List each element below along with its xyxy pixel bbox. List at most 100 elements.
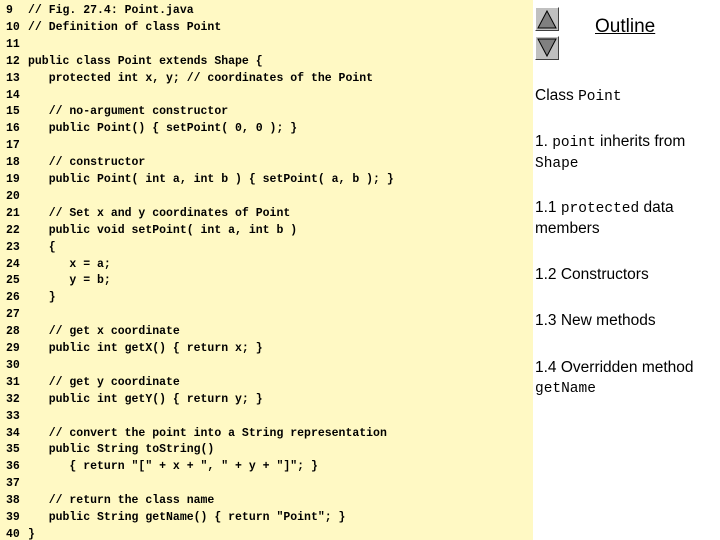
code-line: 39 public String getName() { return "Poi… — [6, 509, 345, 526]
code-text: // Definition of class Point — [28, 20, 222, 34]
code-line: 36 { return "[" + x + ", " + y + "]"; } — [6, 458, 318, 475]
code-text: public class Point extends Shape { — [28, 54, 263, 68]
line-number: 29 — [6, 342, 20, 355]
code-text: y = b; — [28, 274, 111, 288]
code-line: 14 — [6, 87, 28, 104]
code-text: // Fig. 27.4: Point.java — [28, 4, 194, 17]
code-line: 11 — [6, 36, 28, 53]
item-number: 1.1 — [535, 199, 561, 216]
line-number: 10 — [6, 20, 20, 34]
outline-title[interactable]: Outline — [595, 16, 655, 38]
line-number: 40 — [6, 527, 20, 540]
item-number: 1. — [535, 133, 553, 150]
line-number: 39 — [6, 511, 20, 524]
code-line: 24 x = a; — [6, 256, 111, 273]
next-slide-button[interactable] — [535, 36, 559, 60]
line-number: 25 — [6, 274, 20, 288]
line-number: 19 — [6, 173, 20, 186]
code-text: } — [28, 527, 35, 540]
code-text: // convert the point into a String repre… — [28, 426, 387, 440]
code-line: 27 — [6, 306, 28, 323]
outline-item-overridden: 1.4 Overridden method getName — [535, 358, 720, 399]
code-text: } — [28, 291, 56, 305]
code-line: 30 — [6, 357, 28, 374]
line-number: 15 — [6, 105, 20, 119]
code-line: 40} — [6, 526, 35, 540]
code-line: 9 // Fig. 27.4: Point.java — [6, 2, 194, 19]
item-code: point — [552, 135, 596, 151]
line-number: 12 — [6, 54, 20, 68]
code-text: // get y coordinate — [28, 375, 180, 389]
code-text: public String getName() { return "Point"… — [28, 511, 346, 524]
code-line: 35 public String toString() — [6, 441, 214, 458]
code-line: 15 // no-argument constructor — [6, 103, 228, 120]
line-number: 35 — [6, 443, 20, 457]
code-line: 23 { — [6, 239, 56, 256]
code-text: public Point() { setPoint( 0, 0 ); } — [28, 122, 298, 136]
code-line: 12 public class Point extends Shape { — [6, 53, 263, 70]
code-text: public void setPoint( int a, int b ) — [28, 223, 298, 237]
code-line: 33 — [6, 408, 28, 425]
line-number: 24 — [6, 257, 20, 271]
line-number: 14 — [6, 88, 20, 102]
line-number: 21 — [6, 206, 20, 220]
line-number: 26 — [6, 291, 20, 305]
code-text: public int getY() { return y; } — [28, 392, 263, 406]
line-number: 11 — [6, 37, 20, 51]
code-line: 18 // constructor — [6, 154, 145, 171]
code-line: 16 public Point() { setPoint( 0, 0 ); } — [6, 120, 297, 137]
line-number: 32 — [6, 392, 20, 406]
line-number: 36 — [6, 460, 20, 474]
code-text: { return "[" + x + ", " + y + "]"; } — [28, 460, 318, 474]
item-text: 1.4 Overridden method — [535, 359, 694, 376]
triangle-down-icon — [537, 38, 557, 58]
line-number: 38 — [6, 494, 20, 508]
code-text: // return the class name — [28, 494, 215, 508]
code-line: 25 y = b; — [6, 272, 111, 289]
code-line: 37 — [6, 475, 28, 492]
code-line: 13 protected int x, y; // coordinates of… — [6, 70, 373, 87]
line-number: 22 — [6, 223, 20, 237]
line-number: 13 — [6, 71, 20, 85]
code-text: protected int x, y; // coordinates of th… — [28, 71, 374, 85]
code-text: public int getX() { return x; } — [28, 342, 263, 355]
line-number: 9 — [6, 4, 13, 17]
code-text: // constructor — [28, 156, 146, 170]
line-number: 17 — [6, 139, 20, 153]
code-line: 38 // return the class name — [6, 492, 214, 509]
outline-class-heading: Class Point — [535, 86, 720, 107]
line-number: 16 — [6, 122, 20, 136]
line-number: 27 — [6, 308, 20, 322]
triangle-up-icon — [537, 9, 557, 29]
code-line: 20 — [6, 188, 28, 205]
line-number: 31 — [6, 375, 20, 389]
code-line: 21 // Set x and y coordinates of Point — [6, 205, 290, 222]
code-line: 17 — [6, 137, 28, 154]
code-text: // get x coordinate — [28, 325, 180, 339]
item-code: getName — [535, 381, 596, 397]
line-number: 28 — [6, 325, 20, 339]
previous-slide-button[interactable] — [535, 7, 559, 31]
item-base-class: Shape — [535, 156, 579, 172]
outline-item-new-methods: 1.3 New methods — [535, 312, 656, 329]
line-number: 18 — [6, 156, 20, 170]
outline-item-constructors: 1.2 Constructors — [535, 266, 649, 283]
code-text: // no-argument constructor — [28, 105, 229, 119]
code-line: 28 // get x coordinate — [6, 323, 180, 340]
outline-item-inherits: 1. point inherits from Shape — [535, 132, 720, 174]
line-number: 33 — [6, 409, 20, 423]
code-line: 10 // Definition of class Point — [6, 19, 221, 36]
item-text: inherits from — [595, 133, 686, 150]
code-line: 26 } — [6, 289, 56, 306]
line-number: 23 — [6, 240, 20, 254]
class-name: Point — [578, 89, 622, 105]
code-text: x = a; — [28, 257, 111, 271]
class-label: Class — [535, 87, 579, 104]
code-text: { — [28, 240, 56, 254]
code-line: 29 public int getX() { return x; } — [6, 340, 263, 357]
item-code: protected — [560, 201, 640, 217]
code-listing: 9 // Fig. 27.4: Point.java 10 // Definition… — [0, 0, 533, 540]
code-text: public Point( int a, int b ) { setPoint(… — [28, 173, 394, 186]
code-line: 22 public void setPoint( int a, int b ) — [6, 222, 297, 239]
code-text: public String toString() — [28, 443, 215, 457]
